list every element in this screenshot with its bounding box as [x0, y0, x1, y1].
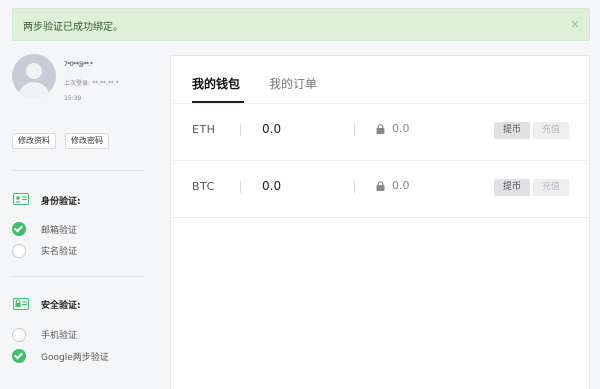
change-password-button[interactable]: 修改密码: [65, 133, 109, 149]
lock-card-icon: [13, 298, 29, 310]
alert-message: 两步验证已成功绑定。: [23, 22, 123, 33]
avatar-body: [18, 82, 50, 98]
withdraw-button[interactable]: 提币: [494, 122, 530, 139]
avatar: [12, 54, 56, 98]
phone-verify-check[interactable]: [12, 328, 26, 342]
divider: [12, 170, 144, 171]
tab-my-orders[interactable]: 我的订单: [269, 75, 317, 92]
wallet-row: ETH 0.0 0.0 提币 充值: [171, 104, 589, 161]
username: 7*0**@**.*: [64, 61, 93, 68]
wallet-row: BTC 0.0 0.0 提币 充值: [171, 161, 589, 218]
separator: [354, 181, 355, 193]
realname-verify-check[interactable]: [12, 244, 26, 258]
id-card-icon: [13, 193, 29, 205]
lock-icon: [376, 124, 385, 134]
divider: [12, 276, 144, 277]
last-login-value: **.**.**.*: [91, 80, 119, 87]
security-title: 安全验证:: [41, 301, 81, 311]
tab-my-wallet[interactable]: 我的钱包: [192, 75, 240, 92]
active-tab-indicator: [192, 101, 244, 103]
frozen-balance: 0.0: [392, 179, 410, 192]
google-verify-check: [12, 349, 26, 363]
email-verify-label: 邮箱验证: [41, 226, 78, 236]
google-verify-label: Google两步验证: [41, 353, 109, 363]
close-icon[interactable]: ×: [570, 17, 580, 31]
lock-icon: [376, 181, 385, 191]
withdraw-button[interactable]: 提币: [494, 179, 530, 196]
balance: 0.0: [262, 179, 282, 193]
separator: [240, 181, 241, 193]
separator: [354, 124, 355, 136]
edit-profile-button[interactable]: 修改资料: [12, 133, 56, 149]
deposit-button[interactable]: 充值: [533, 122, 569, 139]
deposit-button[interactable]: 充值: [533, 179, 569, 196]
phone-verify-label: 手机验证: [41, 331, 78, 341]
balance: 0.0: [262, 122, 282, 136]
coin-name: BTC: [192, 180, 215, 193]
coin-name: ETH: [192, 123, 216, 136]
email-verify-check: [12, 222, 26, 236]
frozen-balance: 0.0: [392, 122, 410, 135]
realname-verify-label: 实名验证: [41, 247, 78, 257]
last-login-time: 15:39: [64, 95, 82, 102]
last-login-label: 上次登录:: [64, 80, 91, 87]
last-login: 上次登录: **.**.**.*: [64, 78, 119, 87]
avatar-head: [26, 63, 42, 79]
identity-title: 身份验证:: [41, 197, 81, 207]
separator: [240, 124, 241, 136]
success-alert: 两步验证已成功绑定。 ×: [12, 8, 590, 41]
wallet-panel: 我的钱包 我的订单 ETH 0.0 0.0 提币 充值 BTC 0.0 0.0 …: [170, 55, 590, 389]
